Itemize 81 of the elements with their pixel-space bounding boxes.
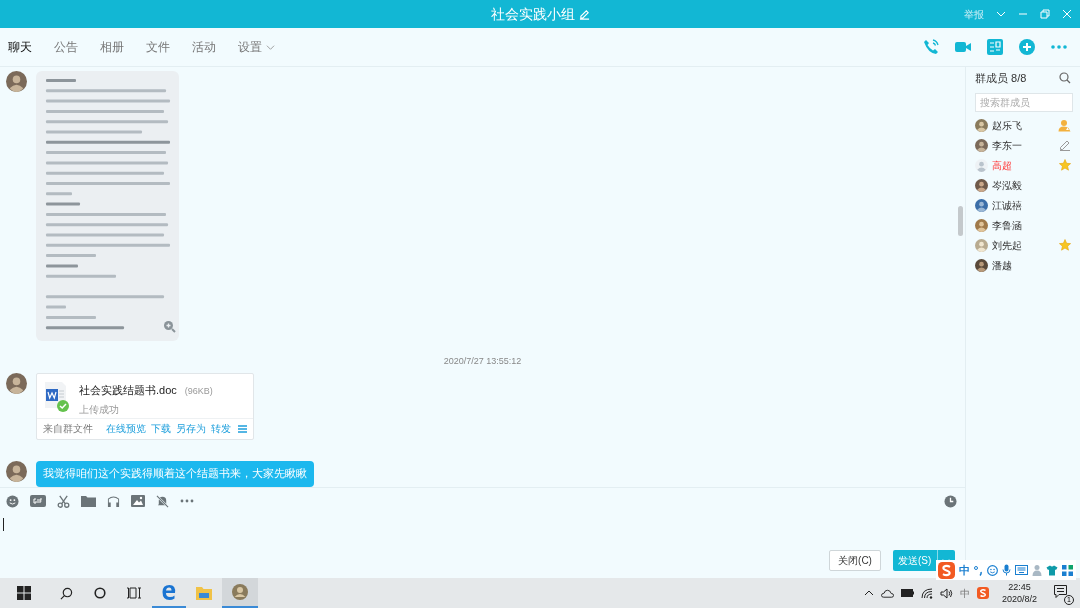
edit-icon[interactable] (578, 8, 590, 20)
smiley-icon[interactable] (6, 494, 19, 508)
speaker-icon[interactable] (939, 587, 953, 599)
add-icon[interactable] (1018, 38, 1036, 56)
close-button[interactable]: 关闭(C) (829, 550, 881, 571)
gif-icon[interactable] (30, 495, 46, 507)
app-icon[interactable] (232, 584, 248, 600)
ime-logo-icon[interactable] (938, 561, 955, 579)
phone-icon[interactable] (922, 38, 940, 56)
member-name[interactable]: 高超 (992, 157, 1012, 173)
file-action-link[interactable]: 在线预览 (106, 421, 146, 436)
image-icon[interactable] (131, 495, 145, 507)
history-icon[interactable] (944, 494, 957, 508)
member-name[interactable]: 李东一 (992, 137, 1022, 153)
tab[interactable]: 公告 (54, 38, 78, 56)
avatar[interactable] (975, 198, 988, 212)
avatar[interactable] (6, 460, 27, 482)
avatar[interactable] (975, 258, 988, 272)
avatar[interactable] (975, 178, 988, 192)
file-name: 社会实践结题书.doc (79, 382, 177, 398)
file-action-link[interactable]: 转发 (211, 421, 231, 436)
keyboard-icon[interactable] (1015, 565, 1028, 575)
close-icon[interactable] (1062, 9, 1072, 19)
clock-time[interactable]: 22:45 (1008, 581, 1031, 593)
browser-icon[interactable] (161, 584, 177, 600)
search-icon[interactable] (59, 586, 73, 600)
chevron-up-icon[interactable] (863, 589, 874, 597)
tab[interactable]: 活动 (192, 38, 216, 56)
timestamp: 2020/7/27 13:55:12 (443, 355, 522, 368)
scissors-icon[interactable] (57, 494, 70, 508)
menu-icon[interactable] (238, 424, 247, 433)
file-card[interactable]: 社会实践结题书.doc (96KB) 上传成功 来自群文件 在线预览 下载 另存为 转发 (36, 372, 254, 440)
window-title: 社会实践小组 (490, 4, 575, 24)
windows-icon[interactable] (17, 586, 31, 600)
battery-icon[interactable] (900, 589, 914, 597)
wifi-icon[interactable] (920, 587, 933, 599)
more-icon[interactable] (180, 499, 194, 503)
avatar[interactable] (975, 118, 988, 132)
scrollbar[interactable] (958, 206, 963, 236)
member-name[interactable]: 江诚禧 (992, 197, 1022, 213)
grid-icon[interactable] (1062, 564, 1073, 576)
input-method-indicator[interactable]: 中 (959, 585, 970, 601)
cloud-icon[interactable] (880, 588, 894, 598)
zoom-icon[interactable] (163, 320, 176, 333)
tab[interactable]: 相册 (100, 38, 124, 56)
tab[interactable]: 聊天 (8, 38, 32, 56)
file-size: (96KB) (184, 384, 213, 398)
member-name[interactable]: 李鲁涵 (992, 217, 1022, 233)
member-name[interactable]: 刘先起 (992, 237, 1022, 253)
ime-logo-icon[interactable] (976, 587, 989, 599)
person-icon[interactable] (1032, 564, 1042, 576)
tab[interactable]: 文件 (146, 38, 170, 56)
shirt-icon[interactable] (1046, 564, 1058, 576)
message-bubble: 我觉得咱们这个实践得顺着这个结题书来，大家先瞅瞅 (36, 460, 314, 487)
tab[interactable]: 设置 (238, 38, 262, 56)
member-name[interactable]: 潘越 (992, 257, 1012, 273)
members-header: 群成员 8/8 (975, 70, 1027, 86)
member-name[interactable]: 赵乐飞 (992, 117, 1022, 133)
avatar[interactable] (6, 71, 27, 92)
member-name[interactable]: 岑泓毅 (992, 177, 1022, 193)
music-icon[interactable] (107, 494, 120, 508)
upload-status: 上传成功 (79, 403, 120, 417)
file-action-link[interactable]: 下载 (151, 421, 171, 436)
task-view-icon[interactable] (127, 587, 141, 599)
bell-off-icon[interactable] (156, 494, 169, 508)
folder-icon[interactable] (196, 586, 212, 600)
circle-icon[interactable] (94, 587, 106, 599)
lesson-icon[interactable] (986, 38, 1004, 56)
file-source: 来自群文件 (43, 422, 93, 436)
avatar[interactable] (975, 138, 988, 152)
clock-date[interactable]: 2020/8/2 (1001, 593, 1037, 605)
ime-mode-toggle[interactable]: 中 (959, 561, 970, 579)
smiley-icon[interactable] (987, 564, 998, 576)
folder-icon[interactable] (81, 495, 96, 507)
microphone-icon[interactable] (1002, 564, 1011, 576)
avatar[interactable] (975, 218, 988, 232)
member-search-field[interactable]: 搜索群成员 (975, 93, 1073, 112)
avatar[interactable] (6, 372, 27, 394)
text-cursor (3, 518, 4, 531)
punctuation-icon[interactable] (974, 564, 983, 576)
file-action-link[interactable]: 另存为 (176, 421, 206, 436)
